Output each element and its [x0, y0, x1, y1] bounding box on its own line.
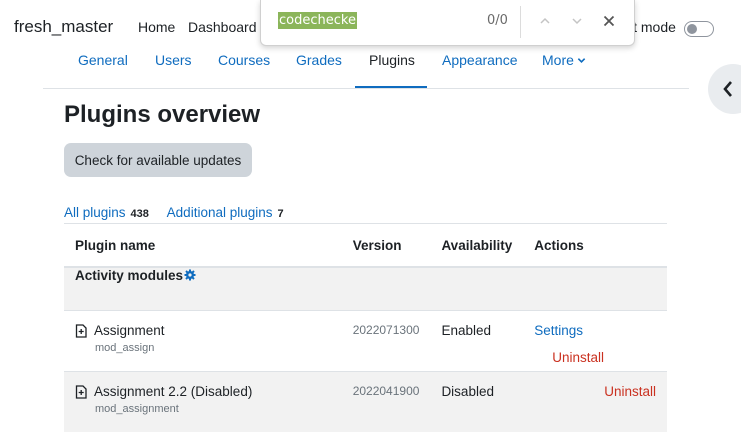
- tab-appearance[interactable]: Appearance: [442, 52, 518, 68]
- header-plugin-name: Plugin name: [64, 224, 342, 268]
- tab-more-label: More: [542, 52, 574, 68]
- find-match-count: 0/0: [487, 13, 508, 28]
- filter-all-plugins-link[interactable]: All plugins: [64, 205, 126, 220]
- plugin-file-icon: [75, 324, 88, 338]
- filter-additional-plugins-link[interactable]: Additional plugins: [167, 205, 273, 220]
- plugin-name: Assignment: [94, 323, 165, 338]
- find-previous-button[interactable]: [534, 10, 556, 32]
- category-cell: Activity modules: [64, 267, 667, 311]
- tab-users[interactable]: Users: [155, 52, 192, 68]
- plugin-version: 2022071300: [353, 323, 420, 337]
- find-input[interactable]: codechecke: [278, 12, 357, 29]
- chevron-down-icon: [571, 15, 583, 27]
- header-version: Version: [342, 224, 431, 268]
- plugin-version: 2022041900: [353, 384, 420, 398]
- filter-all-count: 438: [131, 208, 149, 220]
- table-row: Assignment mod_assign 2022071300 Enabled…: [64, 311, 667, 372]
- edit-mode-toggle[interactable]: [684, 21, 714, 37]
- tab-plugins[interactable]: Plugins: [369, 52, 415, 68]
- find-divider: [520, 6, 521, 38]
- check-updates-button[interactable]: Check for available updates: [64, 143, 252, 177]
- plugin-name: Assignment 2.2 (Disabled): [94, 384, 252, 399]
- tab-general[interactable]: General: [78, 52, 128, 68]
- plugins-table: Plugin name Version Availability Actions…: [64, 223, 667, 432]
- toggle-knob: [687, 24, 697, 34]
- filter-additional-count: 7: [278, 208, 284, 220]
- category-row: Activity modules: [64, 267, 667, 311]
- plugin-actions: Uninstall: [523, 372, 667, 432]
- chevron-up-icon: [539, 15, 551, 27]
- table-row: Assignment 2.2 (Disabled) mod_assignment…: [64, 372, 667, 432]
- plugin-name-cell: Assignment mod_assign: [64, 311, 342, 372]
- tab-courses[interactable]: Courses: [218, 52, 270, 68]
- secondary-navigation: General Users Courses Grades Plugins App…: [43, 48, 689, 89]
- plugin-file-icon: [75, 385, 88, 399]
- edit-mode-label: it mode: [630, 19, 676, 35]
- active-tab-indicator: [355, 86, 427, 88]
- gear-icon[interactable]: [184, 269, 196, 281]
- plugin-component: mod_assignment: [95, 403, 331, 415]
- find-bar: codechecke 0/0: [260, 0, 635, 46]
- site-brand[interactable]: fresh_master: [14, 17, 113, 37]
- category-label: Activity modules: [75, 268, 183, 283]
- page-title: Plugins overview: [64, 101, 260, 129]
- find-next-button[interactable]: [566, 10, 588, 32]
- settings-link[interactable]: Settings: [534, 323, 583, 338]
- plugin-actions: Settings Uninstall: [523, 311, 667, 372]
- chevron-left-icon: [721, 80, 735, 98]
- find-close-button[interactable]: [598, 10, 620, 32]
- table-header-row: Plugin name Version Availability Actions: [64, 224, 667, 268]
- uninstall-link[interactable]: Uninstall: [604, 384, 656, 399]
- nav-dashboard-link[interactable]: Dashboard: [188, 19, 257, 35]
- chevron-down-icon: [577, 56, 586, 65]
- header-actions: Actions: [523, 224, 667, 268]
- uninstall-link[interactable]: Uninstall: [552, 350, 604, 365]
- plugin-availability: Disabled: [441, 384, 512, 399]
- plugin-component: mod_assign: [95, 342, 331, 354]
- plugin-name-cell: Assignment 2.2 (Disabled) mod_assignment: [64, 372, 342, 432]
- header-availability: Availability: [430, 224, 523, 268]
- plugin-availability: Enabled: [441, 323, 512, 338]
- tab-grades[interactable]: Grades: [296, 52, 342, 68]
- nav-home-link[interactable]: Home: [138, 19, 175, 35]
- drawer-toggle-button[interactable]: [708, 64, 741, 114]
- tab-more[interactable]: More: [542, 52, 586, 68]
- plugin-filters: All plugins 438 Additional plugins 7: [64, 205, 284, 220]
- close-icon: [603, 15, 615, 27]
